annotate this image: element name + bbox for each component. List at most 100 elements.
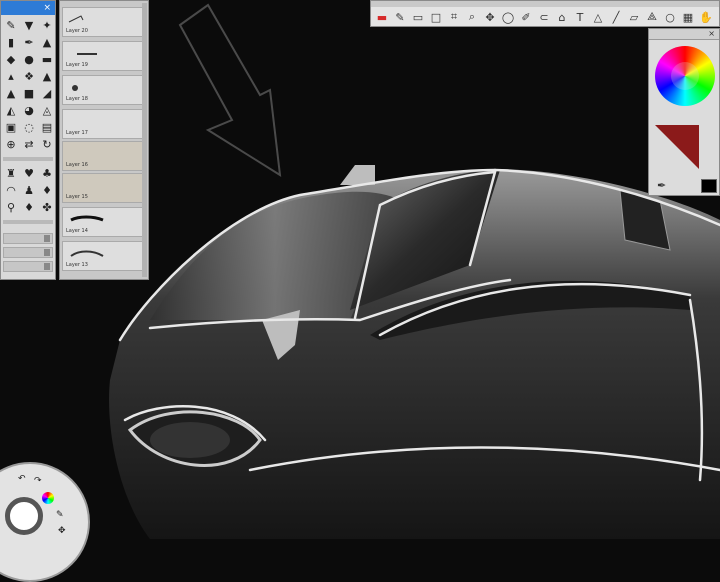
perspective-icon[interactable]: ⟁ bbox=[643, 8, 661, 26]
text-tool-icon[interactable]: T bbox=[571, 8, 589, 26]
layer-item[interactable]: Layer 19 bbox=[62, 41, 146, 71]
pen-icon[interactable]: ✒ bbox=[20, 34, 38, 51]
layer-name: Layer 18 bbox=[66, 96, 88, 102]
brush-properties bbox=[1, 226, 55, 279]
bowl-icon[interactable]: ◠ bbox=[2, 182, 20, 199]
toolbox-divider bbox=[3, 157, 53, 161]
key-icon[interactable]: ⚲ bbox=[2, 199, 20, 216]
cup-icon[interactable]: ♥ bbox=[20, 165, 38, 182]
layer-name: Layer 13 bbox=[66, 262, 88, 268]
ink-bottle-icon[interactable]: ♦ bbox=[38, 182, 56, 199]
toolbox-panel: × ✎ ▼ ✦ ▮ ✒ ▲ ◆ ● ▬ ▴ ❖ ▲ ▲ ■ ◢ ◭ ◕ ◬ ▣ … bbox=[0, 0, 56, 280]
layer-name: Layer 14 bbox=[66, 228, 88, 234]
lamp-icon[interactable]: ♣ bbox=[38, 165, 56, 182]
warp-icon[interactable]: ⌂ bbox=[553, 8, 571, 26]
bucket-icon[interactable]: ◢ bbox=[38, 85, 56, 102]
layer-thumbnail bbox=[77, 53, 97, 55]
paint-brush-icon[interactable]: ▼ bbox=[20, 17, 38, 34]
ink-icon[interactable]: ▲ bbox=[38, 34, 56, 51]
layer-item[interactable]: Layer 20 bbox=[62, 7, 146, 37]
toolbox-header: × bbox=[1, 1, 55, 15]
stamp-icon[interactable]: ■ bbox=[20, 85, 38, 102]
pan-icon[interactable]: ✥ bbox=[58, 526, 66, 536]
eyedropper-icon[interactable]: ✒ bbox=[657, 179, 666, 192]
picker-icon[interactable]: ◬ bbox=[38, 102, 56, 119]
layer-name: Layer 16 bbox=[66, 162, 88, 168]
layer-item[interactable]: Layer 17 bbox=[62, 109, 146, 139]
fill-icon[interactable]: ◆ bbox=[2, 51, 20, 68]
water-icon[interactable]: ◕ bbox=[20, 102, 38, 119]
ruler-icon[interactable]: ▱ bbox=[625, 8, 643, 26]
lasso-tool-icon[interactable]: ⊂ bbox=[535, 8, 553, 26]
toolbar-grip[interactable] bbox=[371, 1, 719, 7]
brush-size-slider[interactable] bbox=[3, 233, 53, 244]
chair-icon[interactable]: ♜ bbox=[2, 165, 20, 182]
smudge-icon[interactable]: ● bbox=[20, 51, 38, 68]
brush-icon[interactable]: ✐ bbox=[517, 8, 535, 26]
blender-icon[interactable]: ▴ bbox=[2, 68, 20, 85]
rotate-icon[interactable]: ↻ bbox=[38, 136, 56, 153]
stamp-tool-icon[interactable]: ✤ bbox=[38, 199, 56, 216]
tool-grid-lower: ♜ ♥ ♣ ◠ ♟ ♦ ⚲ ♦ ✤ bbox=[1, 163, 55, 218]
active-color-swatch[interactable] bbox=[701, 179, 717, 193]
layers-panel: Layer 20 Layer 19 Layer 18 Layer 17 Laye… bbox=[59, 0, 149, 280]
layer-item[interactable]: Layer 18 bbox=[62, 75, 146, 105]
line-icon[interactable]: ╱ bbox=[607, 8, 625, 26]
slider-handle[interactable] bbox=[44, 249, 50, 256]
layers-scrollbar[interactable] bbox=[142, 3, 147, 277]
crop-icon[interactable]: ⌗ bbox=[445, 8, 463, 26]
hand-icon[interactable]: ✋ bbox=[697, 8, 715, 26]
brush-stamp-slider[interactable] bbox=[3, 261, 53, 272]
slider-handle[interactable] bbox=[44, 263, 50, 270]
drop-icon[interactable]: ◭ bbox=[2, 102, 20, 119]
brush-opacity-slider[interactable] bbox=[3, 247, 53, 258]
magnifier-icon[interactable]: ⌕ bbox=[463, 8, 481, 26]
tool-icon[interactable]: ✎ bbox=[56, 510, 64, 520]
color-panel-header: × bbox=[649, 29, 719, 40]
layer-item[interactable]: Layer 13 bbox=[62, 241, 146, 271]
toolbox-divider-2 bbox=[3, 220, 53, 224]
circle-icon[interactable]: ○ bbox=[661, 8, 679, 26]
cone-icon[interactable]: ▲ bbox=[2, 85, 20, 102]
layer-name: Layer 20 bbox=[66, 28, 88, 34]
color-panel-close-button[interactable]: × bbox=[708, 29, 715, 38]
pencil-icon[interactable]: ✎ bbox=[2, 17, 20, 34]
airbrush-icon[interactable]: ✦ bbox=[38, 17, 56, 34]
top-toolbar: ▬ ✎ ▭ □ ⌗ ⌕ ✥ ◯ ✐ ⊂ ⌂ T △ ╱ ▱ ⟁ ○ ▦ ✋ bbox=[370, 0, 720, 27]
swap-icon[interactable]: ⇄ bbox=[20, 136, 38, 153]
pen-nib-icon[interactable]: ♦ bbox=[20, 199, 38, 216]
layer-name: Layer 19 bbox=[66, 62, 88, 68]
layer-item[interactable]: Layer 16 bbox=[62, 141, 146, 171]
eraser-icon[interactable]: ▬ bbox=[38, 51, 56, 68]
marker-icon[interactable]: ▮ bbox=[2, 34, 20, 51]
brush-size-ring[interactable] bbox=[5, 497, 43, 535]
color-wheel-icon[interactable] bbox=[42, 492, 54, 504]
tool-grid: ✎ ▼ ✦ ▮ ✒ ▲ ◆ ● ▬ ▴ ❖ ▲ ▲ ■ ◢ ◭ ◕ ◬ ▣ ◌ … bbox=[1, 15, 55, 155]
lasso-icon[interactable]: ◌ bbox=[20, 119, 38, 136]
triangle-icon[interactable]: △ bbox=[589, 8, 607, 26]
slider-handle[interactable] bbox=[44, 235, 50, 242]
layer-thumbnail bbox=[68, 15, 84, 23]
ellipse-icon[interactable]: ◯ bbox=[499, 8, 517, 26]
undo-icon[interactable]: ↶ bbox=[18, 474, 26, 484]
move-icon[interactable]: ⊕ bbox=[2, 136, 20, 153]
square-select-icon[interactable]: □ bbox=[427, 8, 445, 26]
redo-icon[interactable]: ↷ bbox=[34, 476, 42, 486]
glow-icon[interactable]: ❖ bbox=[20, 68, 38, 85]
rectangle-icon[interactable]: ▭ bbox=[409, 8, 427, 26]
layer-item[interactable]: Layer 15 bbox=[62, 173, 146, 203]
toolbox-close-button[interactable]: × bbox=[43, 1, 51, 15]
marker-red-icon[interactable]: ▬ bbox=[373, 8, 391, 26]
layer-item[interactable]: Layer 14 bbox=[62, 207, 146, 237]
saturation-triangle[interactable] bbox=[655, 125, 699, 169]
bag-icon[interactable]: ▣ bbox=[2, 119, 20, 136]
layer-thumbnail bbox=[70, 215, 104, 222]
pencil-tool-icon[interactable]: ✎ bbox=[391, 8, 409, 26]
image-icon[interactable]: ▤ bbox=[38, 119, 56, 136]
grid-icon[interactable]: ▦ bbox=[679, 8, 697, 26]
move-arrows-icon[interactable]: ✥ bbox=[481, 8, 499, 26]
color-wheel[interactable] bbox=[655, 46, 715, 106]
chisel-icon[interactable]: ▲ bbox=[38, 68, 56, 85]
pawn-icon[interactable]: ♟ bbox=[20, 182, 38, 199]
color-editor-panel: × ✒ bbox=[648, 28, 720, 196]
